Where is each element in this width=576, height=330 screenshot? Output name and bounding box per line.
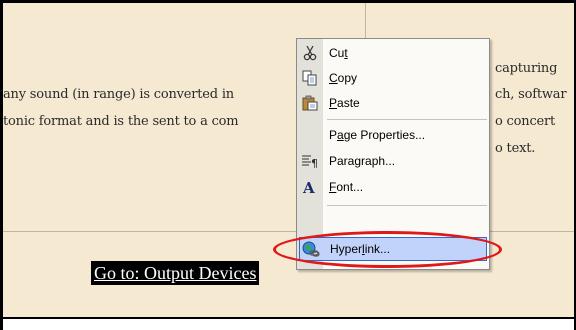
body-text-line-2: tonic format and is the sent to a com	[3, 114, 239, 129]
menu-item-label: Cut	[329, 46, 348, 60]
menu-item-label: Font...	[329, 180, 364, 194]
scissors-icon	[301, 45, 319, 61]
menu-item-page-properties[interactable]: Page Properties...	[297, 123, 489, 147]
table-gridline-vertical	[365, 3, 366, 43]
menu-separator	[327, 119, 487, 120]
body-text-right-4: o text.	[495, 141, 536, 156]
menu-separator	[327, 205, 487, 206]
svg-text:A: A	[302, 179, 315, 195]
menu-item-label: Page Properties...	[329, 128, 426, 142]
menu-item-label: Paragraph...	[329, 154, 396, 168]
body-text-right-3: o concert	[495, 114, 556, 129]
font-icon: A	[301, 179, 319, 197]
goto-output-devices-link[interactable]: Go to: Output Devices	[91, 261, 260, 285]
menu-item-paste[interactable]: Paste	[297, 91, 489, 115]
copy-icon	[301, 70, 319, 86]
menu-item-font[interactable]: A Font...	[297, 175, 489, 199]
menu-item-label: Paste	[329, 96, 360, 110]
body-text-right-2: ch, softwar	[495, 87, 567, 102]
paste-icon	[301, 95, 319, 111]
menu-item-copy[interactable]: Copy	[297, 66, 489, 90]
menu-item-label: Copy	[329, 71, 358, 85]
menu-item-paragraph[interactable]: ¶ Paragraph...	[297, 149, 489, 173]
body-text-right-1: capturing	[495, 61, 558, 76]
svg-text:¶: ¶	[311, 157, 318, 169]
menu-item-cut[interactable]: Cut	[297, 41, 489, 65]
annotation-highlight-oval	[273, 231, 502, 268]
paragraph-icon: ¶	[301, 153, 319, 170]
frame-bottom-margin	[3, 319, 574, 330]
body-text-line-1: any sound (in range) is converted in	[3, 87, 234, 102]
